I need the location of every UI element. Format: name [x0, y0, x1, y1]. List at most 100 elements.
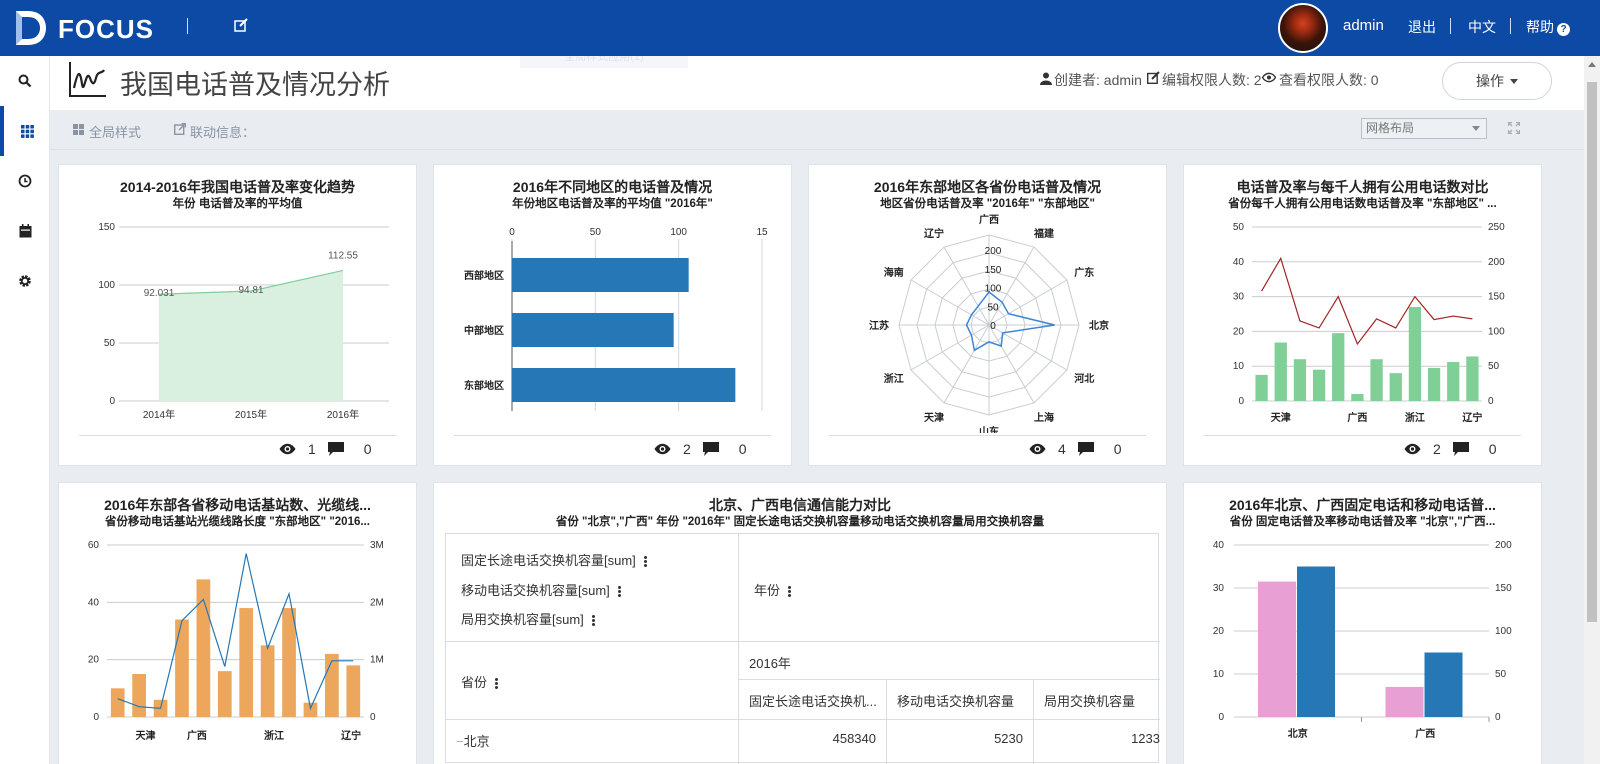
- horizontal-bar-chart[interactable]: 0 50 100 15 西部地区中部地区东部地区: [434, 165, 793, 433]
- axis-label: 江苏: [869, 319, 889, 332]
- eye-icon[interactable]: [1404, 443, 1421, 455]
- radar-chart[interactable]: 广西福建广东北京河北上海山东 天津 浙江 江苏 海南 辽宁 0 50 100 150 200: [809, 165, 1168, 433]
- bar: [325, 653, 339, 717]
- user-name[interactable]: admin: [1343, 17, 1384, 34]
- comment-icon[interactable]: [327, 442, 344, 456]
- more-icon[interactable]: [617, 585, 621, 598]
- x-tick-label: 100: [670, 227, 687, 238]
- bar: [1447, 362, 1460, 401]
- bar: [260, 645, 275, 717]
- y-tick-label: 100: [98, 280, 115, 291]
- brand-name[interactable]: FOCUS: [58, 14, 154, 45]
- edit-icon: [1147, 71, 1160, 84]
- sidebar-settings[interactable]: [0, 256, 50, 306]
- divider: [1510, 18, 1511, 34]
- axis-label: 广东: [1074, 266, 1094, 279]
- clock-icon: [18, 174, 32, 188]
- edit-permission-count: 编辑权限人数: 2: [1162, 72, 1262, 88]
- measure-item[interactable]: 移动电话交换机容量[sum]: [461, 580, 621, 599]
- language-link[interactable]: 中文: [1468, 17, 1496, 37]
- y-right-tick-label: 50: [1495, 669, 1507, 680]
- operations-button[interactable]: 操作: [1442, 62, 1552, 100]
- collapse-icon[interactable]: −: [456, 734, 464, 749]
- column-header[interactable]: 局用交换机容量: [1034, 680, 1160, 720]
- pivot-table: 固定长途电话交换机容量[sum] 移动电话交换机容量[sum] 局用交换机容量[…: [445, 533, 1160, 764]
- scroll-up-arrow-icon[interactable]: [1588, 62, 1596, 67]
- chart-panel[interactable]: 2014-2016年我国电话普及率变化趋势 年份 电话普及率的平均值 0 50 10…: [58, 164, 417, 466]
- sidebar-search[interactable]: [0, 56, 50, 106]
- area-chart[interactable]: 0 50 100 150 2014年 2015年 2016年 92.031 94.81 112.5…: [59, 165, 418, 433]
- scroll-thumb[interactable]: [1587, 82, 1597, 622]
- help-link[interactable]: 帮助?: [1526, 17, 1570, 37]
- chart-panel[interactable]: 2016年东部地区各省份电话普及情况 地区省份电话普及率 "2016年" "东部…: [808, 164, 1167, 466]
- edit-icon[interactable]: [234, 18, 248, 32]
- comment-icon[interactable]: [1077, 442, 1094, 456]
- fullscreen-icon[interactable]: [1508, 122, 1520, 134]
- measure-item[interactable]: 局用交换机容量[sum]: [461, 609, 595, 628]
- help-icon: ?: [1557, 23, 1570, 36]
- y-right-tick-label: 1M: [370, 655, 384, 666]
- bar: [512, 258, 689, 292]
- table-row-header[interactable]: −北京: [446, 720, 739, 764]
- chart-panel[interactable]: 2016年不同地区的电话普及情况 年份地区电话普及率的平均值 "2016年" 0…: [433, 164, 792, 466]
- sidebar-history[interactable]: [0, 156, 50, 206]
- bar: [239, 608, 254, 717]
- comment-count: 0: [738, 441, 747, 457]
- logout-link[interactable]: 退出: [1408, 17, 1436, 37]
- comment-icon[interactable]: [1452, 442, 1469, 456]
- panel-footer: [454, 435, 771, 436]
- more-icon[interactable]: [788, 585, 792, 598]
- column-dimension[interactable]: 年份: [739, 534, 1160, 642]
- eye-icon[interactable]: [654, 443, 671, 455]
- chart-panel[interactable]: 2016年北京、广西固定电话和移动电话普... 省份 固定电话普及率移动电话普及…: [1183, 482, 1542, 764]
- global-style-button[interactable]: 全局样式: [89, 122, 141, 141]
- y-right-tick-label: 150: [1488, 292, 1505, 303]
- table-panel[interactable]: 北京、广西电信通信能力对比 省份 "北京","广西" 年份 "2016年" 固定…: [433, 482, 1167, 764]
- focus-logo-icon[interactable]: [12, 9, 48, 47]
- sidebar-calendar[interactable]: [0, 206, 50, 256]
- chart-panel[interactable]: 2016年东部各省移动电话基站数、光缆线... 省份移动电话基站光缆线路长度 "…: [58, 482, 417, 764]
- grid-icon: [73, 124, 84, 135]
- axis-label: 上海: [1034, 411, 1054, 424]
- more-icon[interactable]: [591, 614, 595, 627]
- column-header[interactable]: 固定长途电话交换机...: [739, 680, 887, 720]
- view-count: 1: [308, 441, 316, 457]
- measure-item[interactable]: 固定长途电话交换机容量[sum]: [461, 550, 647, 569]
- more-icon[interactable]: [495, 677, 499, 690]
- row-dimension[interactable]: 省份: [446, 642, 739, 720]
- grouped-bar-chart[interactable]: 0 10 20 30 40 0 50 100 150 200 北京 广西: [1184, 483, 1543, 764]
- measure-list: 固定长途电话交换机容量[sum] 移动电话交换机容量[sum] 局用交换机容量[…: [446, 534, 739, 642]
- measure-label: 移动电话交换机容量[sum]: [461, 583, 610, 598]
- y-right-tick-label: 150: [1495, 583, 1512, 594]
- user-avatar[interactable]: [1278, 3, 1328, 53]
- x-tick-label: 天津: [1271, 411, 1291, 424]
- y-left-tick-label: 40: [1213, 540, 1225, 551]
- page-scrollbar[interactable]: [1584, 56, 1600, 764]
- y-right-tick-label: 2M: [370, 597, 384, 608]
- eye-icon[interactable]: [1029, 443, 1046, 455]
- y-right-tick-label: 200: [1488, 257, 1505, 268]
- bar: [110, 688, 125, 717]
- bar: [346, 665, 361, 717]
- help-label: 帮助: [1526, 19, 1554, 35]
- y-left-tick-label: 20: [88, 655, 100, 666]
- axis-label: 福建: [1033, 227, 1055, 240]
- eye-icon[interactable]: [279, 443, 296, 455]
- column-header[interactable]: 移动电话交换机容量: [887, 680, 1034, 720]
- layout-select[interactable]: 网格布局: [1361, 118, 1487, 139]
- bar: [1312, 369, 1326, 401]
- view-count: 2: [683, 441, 691, 457]
- comment-icon[interactable]: [702, 442, 719, 456]
- axis-label: 天津: [924, 411, 944, 424]
- layout-select-value: 网格布局: [1366, 121, 1415, 135]
- combo-chart[interactable]: 0 20 40 60 0 1M 2M 3M 天津 广西 浙江 辽宁: [59, 483, 418, 764]
- more-icon[interactable]: [643, 555, 647, 568]
- panel-stats: 1 0: [279, 441, 372, 457]
- combo-chart[interactable]: 0 10 20 30 40 50 0 50 100 150 200 250 天津 广西 浙江 辽宁: [1184, 165, 1543, 433]
- sidebar-dashboard[interactable]: [0, 106, 50, 156]
- axis-label: 山东: [979, 425, 999, 433]
- x-tick-label: 辽宁: [341, 729, 361, 742]
- linkage-info[interactable]: 联动信息：: [190, 122, 255, 141]
- chart-panel[interactable]: 电话普及率与每千人拥有公用电话数对比 省份每千人拥有公用电话数电话普及率 "东部…: [1183, 164, 1542, 466]
- comment-count: 0: [1113, 441, 1122, 457]
